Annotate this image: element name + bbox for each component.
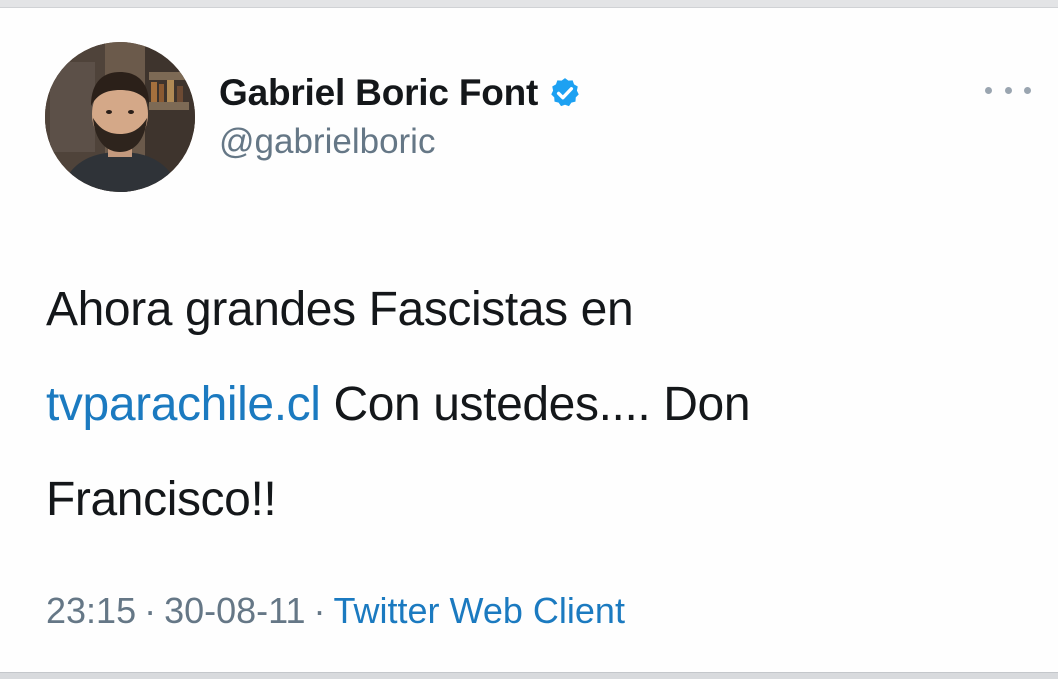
tweet-time[interactable]: 23:15 [46, 590, 136, 631]
tweet-date[interactable]: 30-08-11 [164, 590, 305, 631]
bottom-divider [0, 672, 1058, 679]
more-horizontal-icon[interactable] [985, 80, 1031, 100]
tweet-text-line: tvparachile.cl Con ustedes.... Don [46, 357, 1006, 452]
tweet-client-link[interactable]: Twitter Web Client [334, 590, 625, 631]
tweet-text-segment: Con ustedes.... Don [320, 378, 751, 431]
separator: · [313, 590, 326, 631]
display-name[interactable]: Gabriel Boric Font [219, 72, 538, 114]
separator: · [144, 590, 157, 631]
top-divider [0, 0, 1058, 8]
tweet-card: Gabriel Boric Font @gabrielboric Ahora g… [0, 0, 1058, 679]
tweet-body: Ahora grandes Fascistas en tvparachile.c… [46, 262, 1006, 547]
verified-badge-icon [548, 76, 582, 110]
avatar[interactable] [45, 42, 195, 192]
author-name-row[interactable]: Gabriel Boric Font [219, 68, 582, 118]
tweet-text-line: Ahora grandes Fascistas en [46, 283, 634, 336]
avatar-photo [45, 42, 195, 192]
tweet-link[interactable]: tvparachile.cl [46, 378, 321, 431]
tweet-metadata: 23:15 · 30-08-11 · Twitter Web Client [46, 590, 625, 632]
user-handle[interactable]: @gabrielboric [219, 122, 435, 162]
tweet-text-line: Francisco!! [46, 473, 277, 526]
